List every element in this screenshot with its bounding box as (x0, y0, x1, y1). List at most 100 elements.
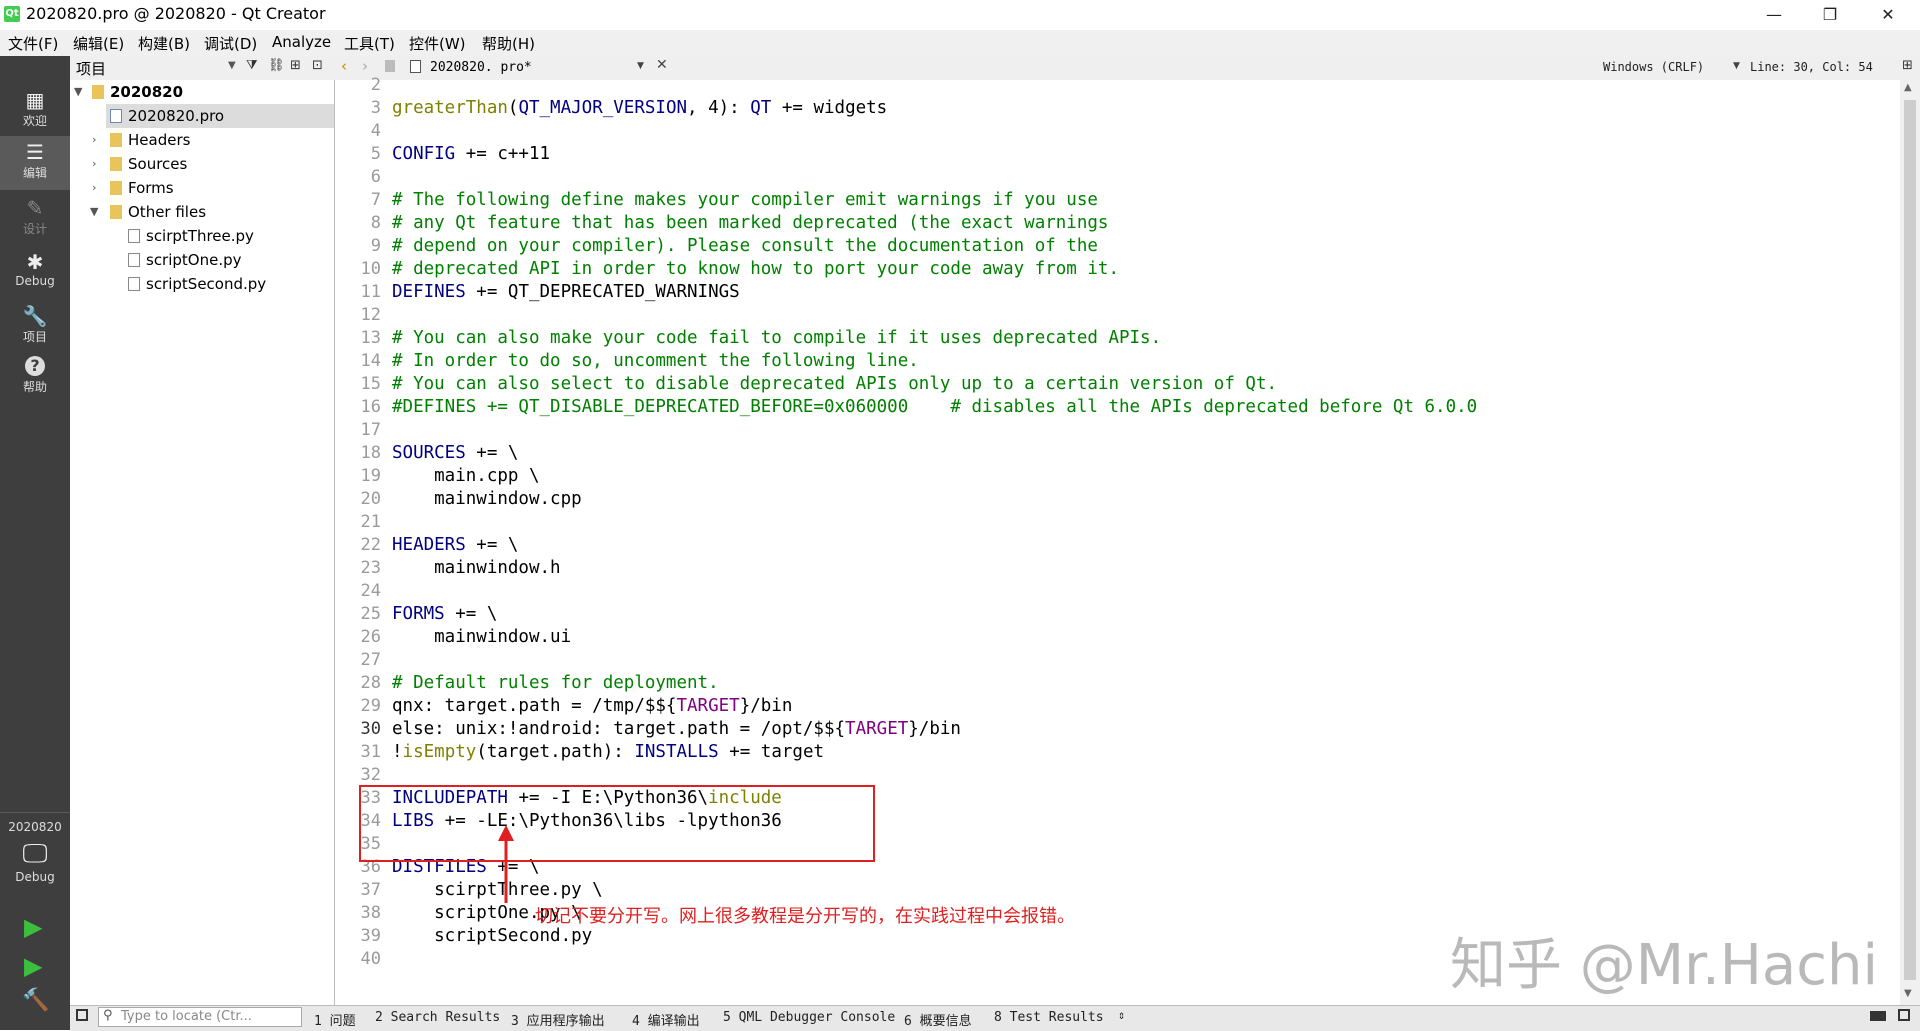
line-ending-label[interactable]: Windows (CRLF) (1603, 60, 1704, 74)
code-token: }/bin (739, 696, 793, 716)
scroll-up-icon[interactable]: ▲ (1904, 82, 1912, 93)
tree-root[interactable]: ▼ 2020820 (70, 80, 334, 104)
more-panes-icon[interactable]: ⇕ (1118, 1008, 1125, 1022)
output-pane-compile[interactable]: 4 编译输出 (632, 1010, 700, 1029)
line-number: 20 (360, 489, 381, 509)
mode-label: Debug (15, 274, 55, 288)
mode-edit[interactable]: ☰ 编辑 (0, 136, 70, 190)
chevron-down-icon[interactable]: ▼ (74, 80, 82, 104)
split-icon[interactable]: ⊞ (1902, 58, 1913, 73)
chevron-right-icon[interactable]: › (92, 128, 96, 152)
mode-welcome[interactable]: ▦ 欢迎 (0, 88, 70, 136)
code-line: # Default rules for deployment. (392, 672, 719, 695)
code-token: qnx: target.path = /tmp/$${ (392, 696, 677, 716)
menu-file[interactable]: 文件(F) (8, 33, 58, 54)
run-button[interactable]: ▶ (24, 913, 42, 941)
filter-icon[interactable]: ⧩ (246, 58, 258, 73)
mode-help[interactable]: ? 帮助 (0, 356, 70, 404)
code-line: # You can also select to disable depreca… (392, 373, 1277, 396)
chevron-right-icon[interactable]: › (92, 176, 96, 200)
code-token: isEmpty (402, 742, 477, 762)
line-number: 16 (360, 397, 381, 417)
tree-root-label: 2020820 (110, 83, 184, 101)
code-token: QT_MAJOR_VERSION (518, 98, 688, 118)
line-number: 9 (370, 236, 381, 256)
menu-build[interactable]: 构建(B) (138, 33, 190, 54)
menu-edit[interactable]: 编辑(E) (73, 33, 124, 54)
close-button[interactable]: ✕ (1860, 0, 1916, 30)
close-file-icon[interactable]: ✕ (656, 57, 668, 73)
link-icon[interactable]: ⛓ (268, 58, 285, 73)
file-icon (128, 253, 140, 267)
line-number: 13 (360, 328, 381, 348)
tree-item-file[interactable]: scriptSecond.py (70, 272, 334, 296)
target-selector[interactable]: 🖵 Debug (0, 838, 70, 888)
folder-icon (110, 205, 122, 219)
progress-toggle-icon[interactable] (1870, 1011, 1886, 1021)
locator-input[interactable]: ⚲ Type to locate (Ctr... (98, 1007, 302, 1027)
mode-label: 欢迎 (22, 114, 47, 128)
scrollbar-thumb[interactable] (1904, 100, 1916, 980)
tree-item-other-files[interactable]: ▼ Other files (70, 200, 334, 224)
line-number: 6 (370, 167, 381, 187)
tree-item-label: Headers (128, 131, 191, 149)
annotation-note: 切记不要分开写。网上很多教程是分开写的，在实践过程中会报错。 (535, 906, 1075, 927)
mode-design[interactable]: ✎ 设计 (0, 196, 70, 244)
cursor-position-label[interactable]: Line: 30, Col: 54 (1750, 60, 1873, 74)
output-pane-app-output[interactable]: 3 应用程序输出 (511, 1010, 605, 1029)
menu-controls[interactable]: 控件(W) (409, 33, 466, 54)
chevron-down-icon[interactable]: ▼ (228, 60, 236, 71)
code-line: qnx: target.path = /tmp/$${TARGET}/bin (392, 695, 792, 718)
debug-run-button[interactable]: ▶ (24, 952, 42, 980)
file-tab-label[interactable]: 2020820. pro* (430, 60, 532, 75)
menu-help[interactable]: 帮助(H) (482, 33, 535, 54)
tree-item-label: Sources (128, 155, 188, 173)
chevron-down-icon[interactable]: ▼ (1733, 61, 1740, 71)
scroll-down-icon[interactable]: ▼ (1904, 988, 1912, 999)
toggle-output-icon[interactable] (1898, 1009, 1910, 1021)
build-button[interactable]: 🔨 (22, 988, 49, 1013)
code-token: (target.path): (476, 742, 635, 762)
close-pane-icon[interactable]: ⊡ (312, 58, 323, 73)
line-number: 2 (370, 75, 381, 95)
output-pane-issues[interactable]: 1 问题 (314, 1010, 356, 1029)
menu-debug[interactable]: 调试(D) (204, 33, 257, 54)
code-line: mainwindow.h (392, 557, 560, 580)
mode-projects[interactable]: 🔧 项目 (0, 304, 70, 352)
tree-item-label: scriptOne.py (146, 251, 242, 269)
line-number: 8 (370, 213, 381, 233)
mode-debug[interactable]: ✱ Debug (0, 250, 70, 298)
maximize-button[interactable]: ❐ (1802, 0, 1858, 30)
code-editor[interactable]: greaterThan(QT_MAJOR_VERSION, 4): QT += … (385, 80, 1900, 1005)
output-pane-qml-debugger[interactable]: 5 QML Debugger Console (723, 1010, 895, 1025)
output-pane-test-results[interactable]: 8 Test Results (994, 1010, 1104, 1025)
code-token: # You can also select to disable depreca… (392, 374, 1278, 394)
tree-item-file[interactable]: scirptThree.py (70, 224, 334, 248)
tree-item-label: Other files (128, 203, 207, 221)
output-pane-general[interactable]: 6 概要信息 (904, 1010, 972, 1029)
code-token: # depend on your compiler). Please consu… (392, 236, 1098, 256)
tree-item-forms[interactable]: › Forms (70, 176, 334, 200)
back-arrow-icon[interactable]: ‹ (341, 57, 347, 75)
toggle-sidebar-icon[interactable] (76, 1009, 88, 1021)
split-icon[interactable]: ⊞ (290, 58, 301, 73)
line-number: 37 (360, 880, 381, 900)
chevron-down-icon[interactable]: ▼ (637, 61, 644, 71)
code-token: # deprecated API in order to know how to… (392, 259, 1119, 279)
chevron-right-icon[interactable]: › (92, 152, 96, 176)
tree-item-file[interactable]: scriptOne.py (70, 248, 334, 272)
code-line: # The following define makes your compil… (392, 189, 1098, 212)
forward-arrow-icon[interactable]: › (362, 57, 368, 75)
chevron-down-icon[interactable]: ▼ (90, 200, 98, 224)
menu-analyze[interactable]: Analyze (272, 33, 331, 51)
code-line: else: unix:!android: target.path = /opt/… (392, 718, 961, 741)
menu-tools[interactable]: 工具(T) (344, 33, 395, 54)
minimize-button[interactable]: — (1746, 0, 1802, 30)
tree-item-sources[interactable]: › Sources (70, 152, 334, 176)
code-token: ! (392, 742, 403, 762)
tree-item-pro-file[interactable]: 2020820.pro (106, 104, 334, 128)
code-token: HEADERS (392, 535, 466, 555)
output-pane-search[interactable]: 2 Search Results (375, 1010, 500, 1025)
folder-icon (110, 181, 122, 195)
tree-item-headers[interactable]: › Headers (70, 128, 334, 152)
